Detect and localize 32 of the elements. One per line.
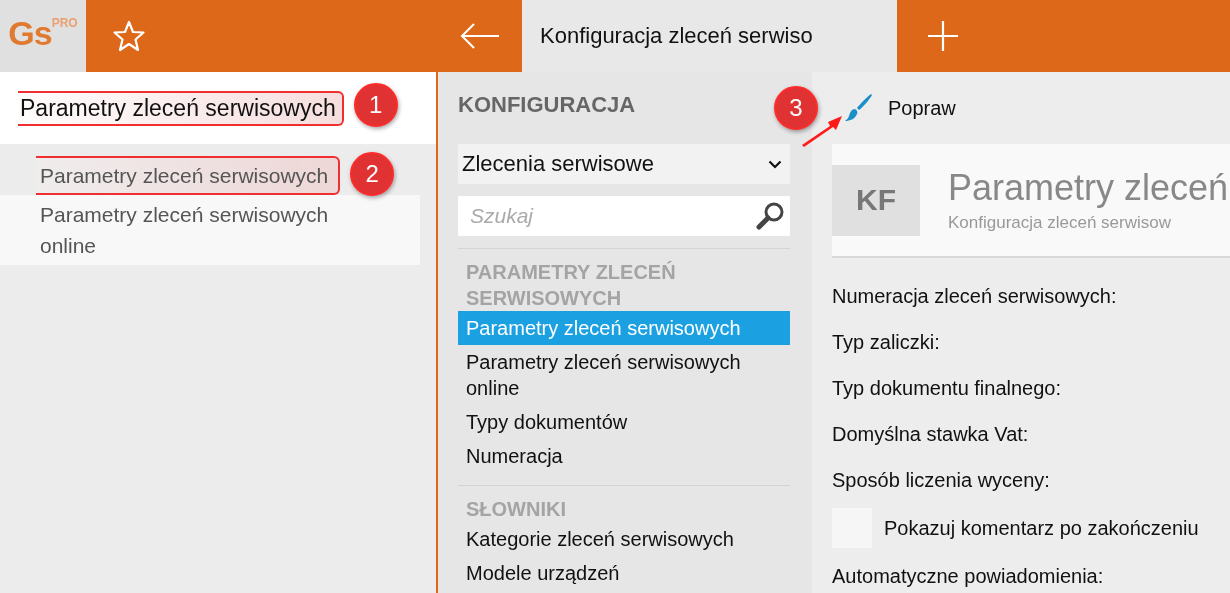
back-arrow-icon[interactable] [459,22,501,50]
section-heading: KONFIGURACJA [458,92,637,118]
field-label: Sposób liczenia wyceny: [832,468,1051,493]
category-dropdown[interactable]: Zlecenia serwisowe [458,144,790,184]
search-icon[interactable] [756,201,786,231]
group-heading: SŁOWNIKI [465,497,567,522]
field-label: Typ zaliczki: [832,330,941,355]
initials-tile: KF [832,164,920,236]
number-badge: 1 [353,82,398,127]
page-title: Parametry zleceń [948,167,1229,209]
menu-item[interactable]: Modele urządzeń [458,556,790,590]
group-heading: PARAMETRY ZLECEŃ SERWISOWYCH [465,260,677,311]
field-label: Typ dokumentu finalnego: [832,376,1063,401]
star-icon[interactable] [112,19,146,53]
panel-title: Parametry zleceń serwisowych [20,94,336,121]
chevron-icon[interactable] [768,159,782,169]
checkbox-label: Pokazuj komentarz po zakończeniu [884,516,1199,541]
menu-item[interactable]: Typy dokumentów [458,405,790,439]
tab[interactable]: Konfiguracja zleceń serwiso [522,0,897,72]
number-badge: 2 [350,152,395,196]
edit-button[interactable]: Popraw [832,92,956,124]
menu-item[interactable]: Numeracja [458,439,790,473]
field-label: Domyślna stawka Vat: [832,422,1030,447]
add-tab-icon[interactable] [927,20,959,52]
search-field[interactable]: Szukaj [458,196,790,236]
menu-item[interactable]: Parametry zleceń serwisowych online [458,345,790,405]
field-label: Numeracja zleceń serwisowych: [832,284,1118,309]
nav-item[interactable]: Parametry zleceń serwisowych online [0,195,420,265]
field-label: Automatyczne powiadomienia: [832,564,1105,589]
page-subtitle: Konfiguracja zleceń serwisow [948,213,1172,233]
menu-item[interactable]: Kategorie zleceń serwisowych [458,522,790,556]
search-input[interactable]: Szukaj [468,203,756,229]
